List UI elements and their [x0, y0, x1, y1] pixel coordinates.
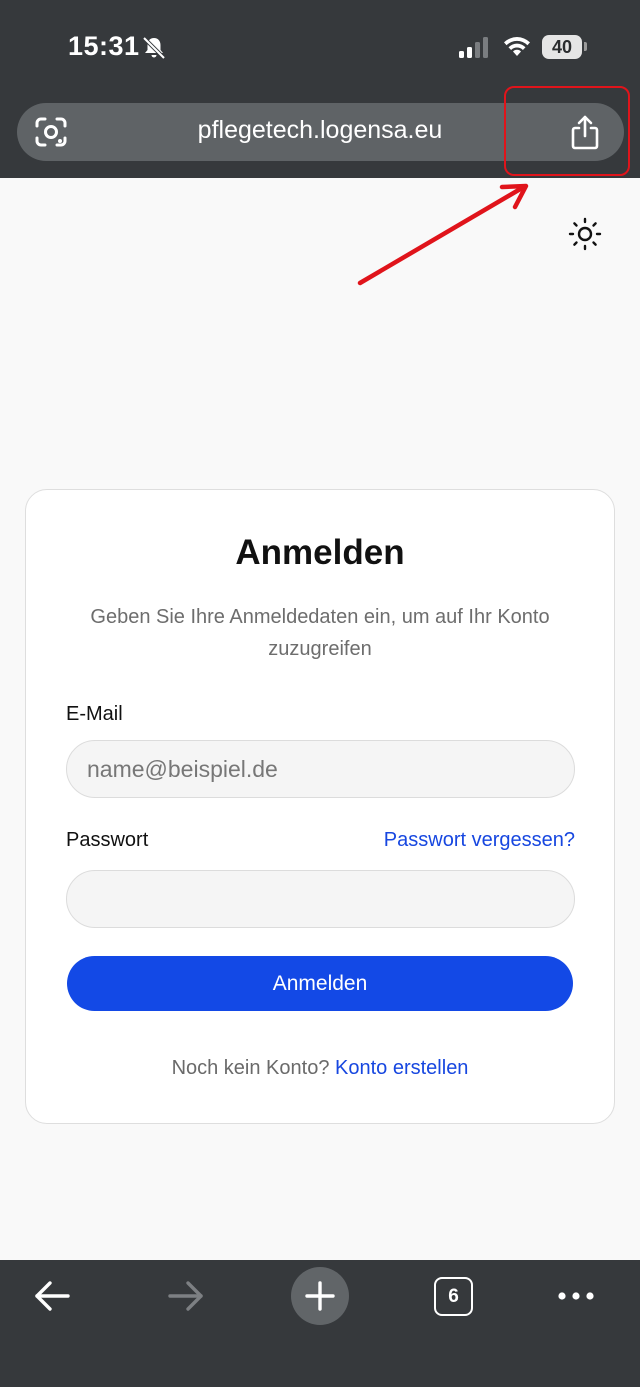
email-label: E-Mail — [66, 703, 123, 725]
bell-slash-icon — [142, 36, 166, 60]
login-button[interactable]: Anmelden — [67, 956, 573, 1011]
password-label: Passwort — [66, 829, 149, 851]
back-icon[interactable] — [32, 1278, 72, 1314]
login-title: Anmelden — [235, 533, 405, 572]
tabs-icon[interactable]: 6 — [434, 1277, 473, 1316]
login-card — [25, 489, 615, 1124]
signup-row: Noch kein Konto? Konto erstellen — [0, 1057, 640, 1080]
sun-icon[interactable] — [567, 216, 603, 252]
new-tab-button[interactable] — [291, 1267, 349, 1325]
password-field[interactable] — [66, 870, 575, 928]
url-text[interactable]: pflegetech.logensa.eu — [120, 116, 520, 145]
wifi-icon — [504, 37, 530, 56]
annotation-arrow-icon — [357, 183, 529, 286]
forgot-password-link[interactable]: Passwort vergessen? — [320, 829, 575, 852]
email-field[interactable] — [66, 740, 575, 798]
create-account-link[interactable]: Konto erstellen — [335, 1057, 468, 1079]
annotation-highlight-box — [504, 86, 630, 176]
signal-icon — [459, 37, 488, 58]
more-icon[interactable] — [556, 1286, 596, 1306]
login-description: Geben Sie Ihre Anmeldedaten ein, um auf … — [90, 606, 550, 660]
signup-prompt: Noch kein Konto? — [171, 1057, 330, 1079]
battery-indicator: 40 — [542, 35, 582, 59]
battery-tip — [584, 42, 587, 51]
plus-icon — [305, 1281, 335, 1311]
lens-icon[interactable] — [34, 116, 68, 148]
forward-icon[interactable] — [166, 1278, 206, 1314]
status-time: 15:31 — [68, 31, 140, 61]
